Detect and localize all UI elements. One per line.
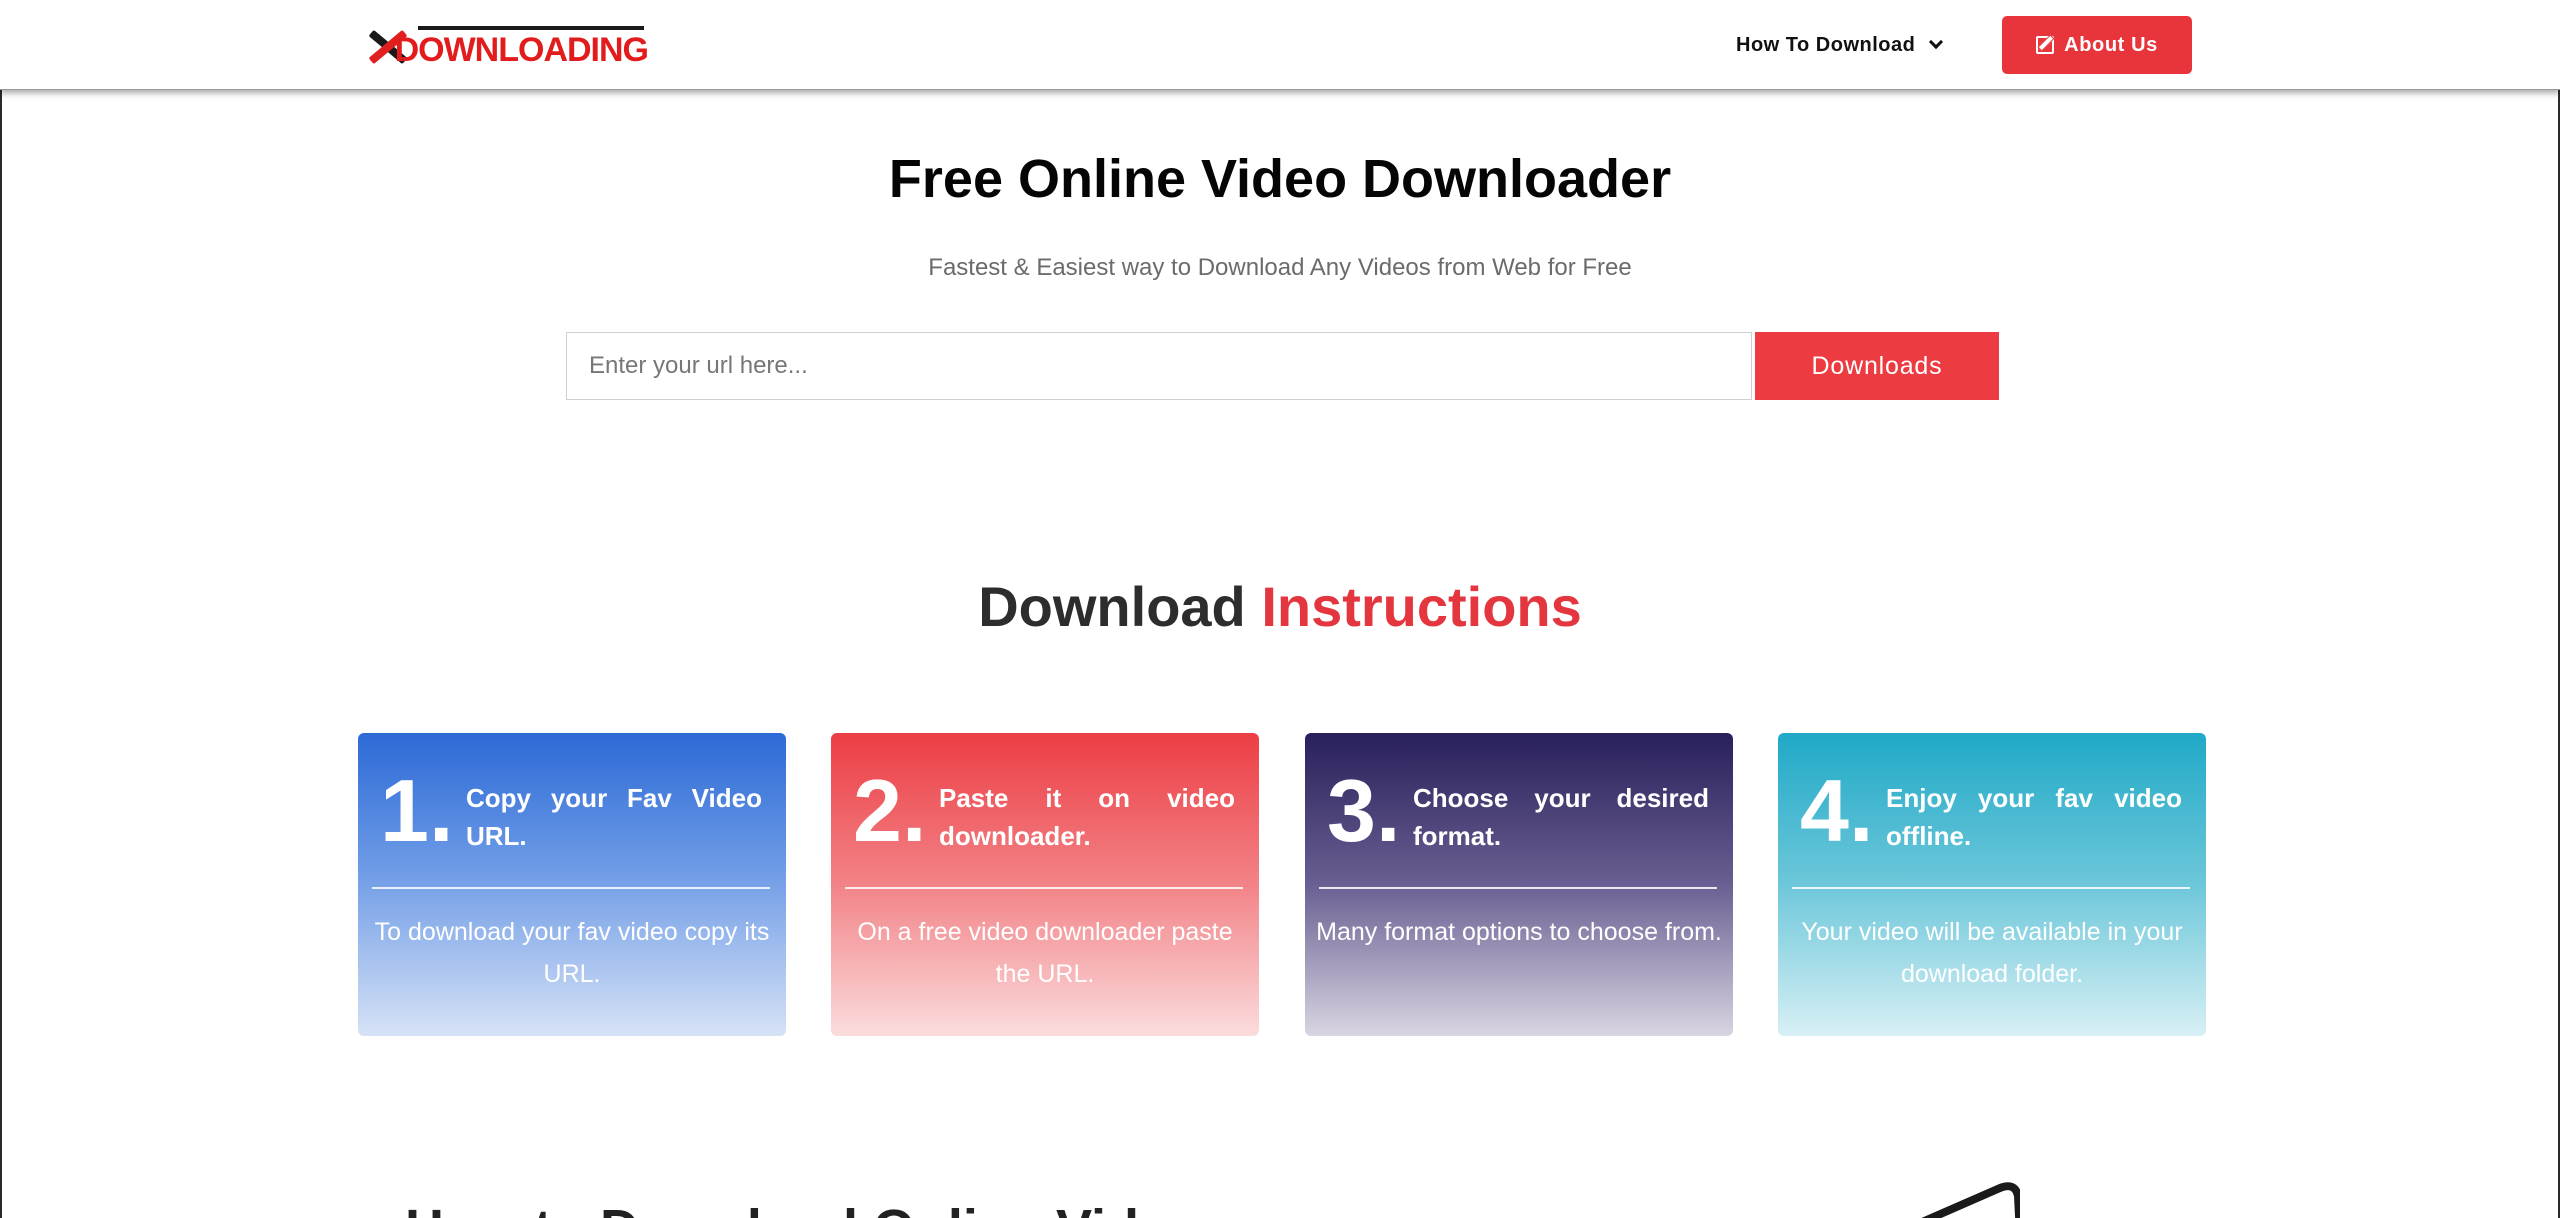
card-heading: Copy your Fav Video URL. — [466, 783, 762, 851]
instructions-title-accent: Instructions — [1261, 575, 1582, 638]
instruction-card-3: 3. Choose your desired format. Many form… — [1305, 733, 1733, 1036]
site-header: DOWNLOADING How To Download About Us — [0, 0, 2560, 90]
card-divider — [372, 887, 770, 889]
card-number: 4. — [1800, 761, 1874, 860]
instructions-title-prefix: Download — [978, 575, 1262, 638]
instruction-card-4: 4. Enjoy your fav video offline. Your vi… — [1778, 733, 2206, 1036]
card-heading: Enjoy your fav video offline. — [1886, 783, 2182, 851]
card-description: Many format options to choose from. — [1316, 918, 1722, 946]
x-logo-icon — [358, 22, 408, 70]
url-input[interactable] — [566, 332, 1752, 400]
page-title: Free Online Video Downloader — [888, 149, 1672, 209]
card-number: 1. — [380, 761, 454, 860]
how-to-download-heading: How to Download Online Vid — [405, 1198, 1139, 1218]
instruction-card-1: 1. Copy your Fav Video URL. To download … — [358, 733, 786, 1036]
instructions-title: Download Instructions — [0, 574, 2560, 639]
chevron-down-icon — [1929, 34, 1944, 50]
about-us-label: About Us — [2064, 33, 2158, 56]
card-description: Your video will be available in your dow… — [1801, 918, 2183, 988]
nav-how-to-download[interactable]: How To Download — [1736, 30, 1944, 60]
card-description: On a free video downloader paste the URL… — [857, 918, 1233, 988]
card-number: 2. — [853, 761, 927, 860]
edit-icon — [2036, 36, 2055, 54]
card-number: 3. — [1327, 761, 1401, 860]
page-subtitle: Fastest & Easiest way to Download Any Vi… — [928, 254, 1632, 281]
card-heading: Paste it on video downloader. — [939, 783, 1235, 851]
logo-text: DOWNLOADING — [394, 31, 649, 69]
card-divider — [1792, 887, 2190, 889]
downloads-button[interactable]: Downloads — [1755, 332, 1999, 400]
about-us-button[interactable]: About Us — [2002, 16, 2192, 74]
site-logo[interactable]: DOWNLOADING — [358, 22, 649, 70]
card-divider — [845, 887, 1243, 889]
play-illustration-icon — [1921, 1182, 2020, 1218]
card-divider — [1319, 887, 1717, 889]
card-heading: Choose your desired format. — [1413, 783, 1709, 851]
instruction-card-2: 2. Paste it on video downloader. On a fr… — [831, 733, 1259, 1036]
logo-underline — [418, 26, 644, 30]
card-description: To download your fav video copy its URL. — [374, 918, 770, 988]
nav-how-to-download-label: How To Download — [1736, 33, 1916, 56]
